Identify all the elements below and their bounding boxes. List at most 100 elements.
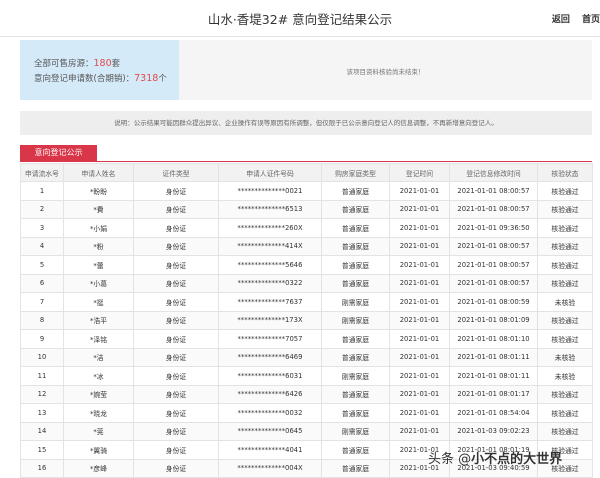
available-label: 全部可售房源： bbox=[34, 59, 94, 69]
table-cell: *蕾 bbox=[63, 255, 134, 275]
table-cell: 2021-01-01 08:00:57 bbox=[449, 199, 538, 219]
table-cell: 普通家庭 bbox=[321, 255, 390, 275]
table-cell: *婉莹 bbox=[63, 384, 134, 404]
back-link[interactable]: 返回 bbox=[552, 15, 570, 25]
table-cell: 6 bbox=[20, 273, 64, 293]
table-row: 8 *浩平 身份证 **************173X 刚需家庭 2021-01-01 2… bbox=[20, 310, 593, 330]
table-cell: 刚需家庭 bbox=[321, 292, 390, 312]
table-row: 9 *泽铭 身份证 **************7057 普通家庭 2021-01-01 2… bbox=[20, 329, 593, 349]
table-cell: *泽铭 bbox=[63, 329, 134, 349]
table-row: 2 *費 身份证 **************6513 普通家庭 2021-01-01 20… bbox=[20, 199, 593, 219]
table-cell: 身份证 bbox=[133, 292, 219, 312]
table-cell: 普通家庭 bbox=[321, 273, 390, 293]
page-title: 山水·香堤32# 意向登记结果公示 bbox=[207, 12, 393, 27]
table-cell: 2021-01-01 08:01:10 bbox=[449, 329, 538, 349]
home-link[interactable]: 首页 bbox=[582, 15, 600, 25]
table-cell: 2021-01-03 09:02:23 bbox=[449, 421, 538, 441]
applications-count: 7318 bbox=[134, 73, 159, 84]
table-cell: 普通家庭 bbox=[321, 199, 390, 219]
table-cell: 未核验 bbox=[537, 347, 593, 367]
table-cell: 8 bbox=[20, 310, 64, 330]
table-cell: **************260X bbox=[218, 218, 322, 238]
table-cell: 2021-01-01 08:00:57 bbox=[449, 181, 538, 201]
table-cell: 核验通过 bbox=[537, 255, 593, 275]
table-cell: 2021-01-01 09:36:50 bbox=[449, 218, 538, 238]
column-header: 购房家庭类型 bbox=[321, 163, 390, 182]
table-cell: 12 bbox=[20, 384, 64, 404]
table-cell: 未核验 bbox=[537, 366, 593, 386]
table-cell: 身份证 bbox=[133, 458, 219, 478]
table-cell: 7 bbox=[20, 292, 64, 312]
table-cell: 身份证 bbox=[133, 218, 219, 238]
table-cell: 未核验 bbox=[537, 292, 593, 312]
table-cell: 15 bbox=[20, 440, 64, 460]
table-cell: 16 bbox=[20, 458, 64, 478]
table-cell: 核验通过 bbox=[537, 403, 593, 423]
table-cell: 身份证 bbox=[133, 366, 219, 386]
table-cell: **************6469 bbox=[218, 347, 322, 367]
table-row: 13 *晓龙 身份证 **************0032 普通家庭 2021-01-01… bbox=[20, 403, 593, 423]
table-cell: 3 bbox=[20, 218, 64, 238]
table-cell: 2021-01-01 bbox=[389, 347, 450, 367]
verification-message: 该项目资料核验尚未结束！ bbox=[346, 68, 425, 76]
table-cell: 普通家庭 bbox=[321, 329, 390, 349]
table-cell: 2021-01-01 bbox=[389, 403, 450, 423]
table-body: 1 *盼盼 身份证 **************0021 普通家庭 2021-01-01 2… bbox=[20, 181, 593, 478]
table-cell: 14 bbox=[20, 421, 64, 441]
tab-registration-results[interactable]: 意向登记公示 bbox=[20, 145, 97, 161]
table-cell: 5 bbox=[20, 255, 64, 275]
table-cell: 身份证 bbox=[133, 273, 219, 293]
table-cell: 2021-01-01 08:00:57 bbox=[449, 236, 538, 256]
table-cell: 普通家庭 bbox=[321, 218, 390, 238]
table-cell: *翼骑 bbox=[63, 440, 134, 460]
table-cell: *彦峰 bbox=[63, 458, 134, 478]
table-cell: *粉 bbox=[63, 236, 134, 256]
table-cell: *莞 bbox=[63, 421, 134, 441]
table-cell: 2021-01-01 08:00:57 bbox=[449, 273, 538, 293]
table-cell: 普通家庭 bbox=[321, 384, 390, 404]
table-cell: 2021-01-01 bbox=[389, 199, 450, 219]
summary-panel: 全部可售房源：180套 意向登记申请数(合期销)：7318个 bbox=[20, 40, 179, 100]
table-cell: *冰 bbox=[63, 366, 134, 386]
table-cell: 普通家庭 bbox=[321, 347, 390, 367]
table-cell: 11 bbox=[20, 366, 64, 386]
table-cell: 普通家庭 bbox=[321, 236, 390, 256]
table-cell: 2021-01-01 bbox=[389, 310, 450, 330]
table-cell: *小葛 bbox=[63, 273, 134, 293]
available-unit: 套 bbox=[111, 59, 121, 69]
table-cell: **************5646 bbox=[218, 255, 322, 275]
table-cell: 核验通过 bbox=[537, 310, 593, 330]
table-cell: **************7637 bbox=[218, 292, 322, 312]
table-row: 4 *粉 身份证 **************414X 普通家庭 2021-01-01 20… bbox=[20, 236, 593, 256]
watermark-prefix: 头条 @ bbox=[428, 452, 472, 467]
table-row: 3 *小娟 身份证 **************260X 普通家庭 2021-01-01 2… bbox=[20, 218, 593, 238]
table-cell: 2021-01-01 bbox=[389, 329, 450, 349]
table-cell: 2021-01-01 bbox=[389, 218, 450, 238]
table-cell: 2021-01-01 bbox=[389, 421, 450, 441]
table-cell: 身份证 bbox=[133, 310, 219, 330]
table-cell: 身份证 bbox=[133, 440, 219, 460]
table-cell: 核验通过 bbox=[537, 273, 593, 293]
tab-underline bbox=[20, 161, 592, 162]
table-cell: 2021-01-01 08:01:09 bbox=[449, 310, 538, 330]
table-cell: 核验通过 bbox=[537, 329, 593, 349]
table-header-row: 申请流水号 申请人姓名 证件类型 申请人证件号码 购房家庭类型 登记时间 登记信息修改时间核… bbox=[20, 163, 593, 182]
table-row: 10 *洁 身份证 **************6469 普通家庭 2021-01-01 2… bbox=[20, 347, 593, 367]
table-row: 7 *挺 身份证 **************7637 刚需家庭 2021-01-01 20… bbox=[20, 292, 593, 312]
notice-bar: 说明：公示结果可能因群众提出异议、企业操作有误等原因有所调整，但仅限于已公示意向… bbox=[20, 111, 592, 135]
table-cell: 2021-01-01 bbox=[389, 384, 450, 404]
table-cell: 1 bbox=[20, 181, 64, 201]
table-cell: **************0032 bbox=[218, 403, 322, 423]
table-cell: 4 bbox=[20, 236, 64, 256]
table-row: 1 *盼盼 身份证 **************0021 普通家庭 2021-01-01 2… bbox=[20, 181, 593, 201]
column-header: 证件类型 bbox=[133, 163, 219, 182]
table-cell: 2021-01-01 bbox=[389, 181, 450, 201]
table-row: 12 *婉莹 身份证 **************6426 普通家庭 2021-01-01… bbox=[20, 384, 593, 404]
table-cell: 核验通过 bbox=[537, 181, 593, 201]
available-listings: 全部可售房源：180套 bbox=[34, 57, 120, 69]
table-cell: 2021-01-01 bbox=[389, 236, 450, 256]
table-cell: 核验通过 bbox=[537, 236, 593, 256]
table-cell: 2021-01-01 bbox=[389, 255, 450, 275]
table-cell: **************004X bbox=[218, 458, 322, 478]
table-cell: 身份证 bbox=[133, 236, 219, 256]
